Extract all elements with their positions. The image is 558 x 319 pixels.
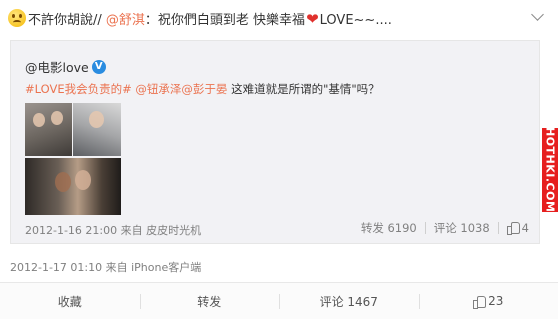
chevron-down-icon[interactable]	[531, 8, 544, 21]
mention-link[interactable]: @舒淇	[106, 13, 145, 28]
favorite-button[interactable]: 收藏	[0, 283, 140, 319]
repost-text-body: 这难道就是所谓的"基情"吗？	[227, 82, 380, 96]
repost-label: 转发	[197, 294, 222, 309]
repost-text: #LOVE我会负责的# @钮承泽@彭于晏 这难道就是所谓的"基情"吗？	[25, 81, 380, 97]
heart-icon: ❤	[306, 9, 319, 28]
repost-timestamp: 2012-1-16 21:00 来自 皮皮时光机	[25, 224, 202, 237]
repost-like-count: 4	[521, 221, 529, 235]
photo-thumbnail[interactable]	[73, 103, 121, 156]
post-timestamp: 2012-1-17 01:10 来自 iPhone客户端	[10, 261, 202, 274]
post-text-body: ：祝你們白頭到老 快樂幸福	[144, 12, 306, 28]
repost-actions: 转发 6190 评论 1038 4	[361, 220, 529, 236]
like-button[interactable]: 23	[418, 283, 558, 319]
thumbs-up-icon	[473, 295, 487, 309]
divider	[424, 222, 426, 234]
divider	[497, 222, 499, 234]
post-text-prefix: 不許你胡說//	[28, 12, 102, 28]
repost-button[interactable]: 转发	[139, 283, 280, 319]
post-text: 不許你胡說// @舒淇：祝你們白頭到老 快樂幸福❤LOVE~~....	[28, 9, 392, 28]
photo-thumbnail[interactable]	[25, 158, 121, 215]
repost-author-link[interactable]: @电影love	[25, 57, 89, 76]
repost-comment-count[interactable]: 评论 1038	[434, 220, 490, 236]
action-bar: 收藏 转发 评论 1467 23	[0, 282, 558, 319]
crying-emoji-icon	[8, 9, 26, 27]
mentions-link[interactable]: @钮承泽@彭于晏	[135, 82, 227, 96]
post-text-suffix: LOVE~~....	[319, 12, 392, 28]
like-count: 23	[488, 294, 504, 308]
thumbs-up-icon	[506, 221, 520, 235]
watermark-banner: HOTHKI.COM	[542, 127, 558, 213]
favorite-label: 收藏	[57, 294, 82, 309]
photo-thumbnail[interactable]	[25, 103, 72, 156]
repost-like-button[interactable]: 4	[506, 221, 529, 235]
photo-grid[interactable]	[25, 103, 121, 215]
comment-label: 评论 1467	[319, 294, 378, 309]
repost-repost-count[interactable]: 转发 6190	[361, 220, 417, 236]
comment-button[interactable]: 评论 1467	[279, 283, 419, 319]
reposted-post: @电影love V #LOVE我会负责的# @钮承泽@彭于晏 这难道就是所谓的"…	[10, 40, 540, 244]
verified-badge-icon: V	[91, 59, 106, 74]
repost-author-line: @电影love V	[25, 57, 106, 76]
hashtag-link[interactable]: #LOVE我会负责的#	[25, 82, 132, 96]
post-header: 不許你胡說// @舒淇：祝你們白頭到老 快樂幸福❤LOVE~~....	[0, 0, 558, 36]
